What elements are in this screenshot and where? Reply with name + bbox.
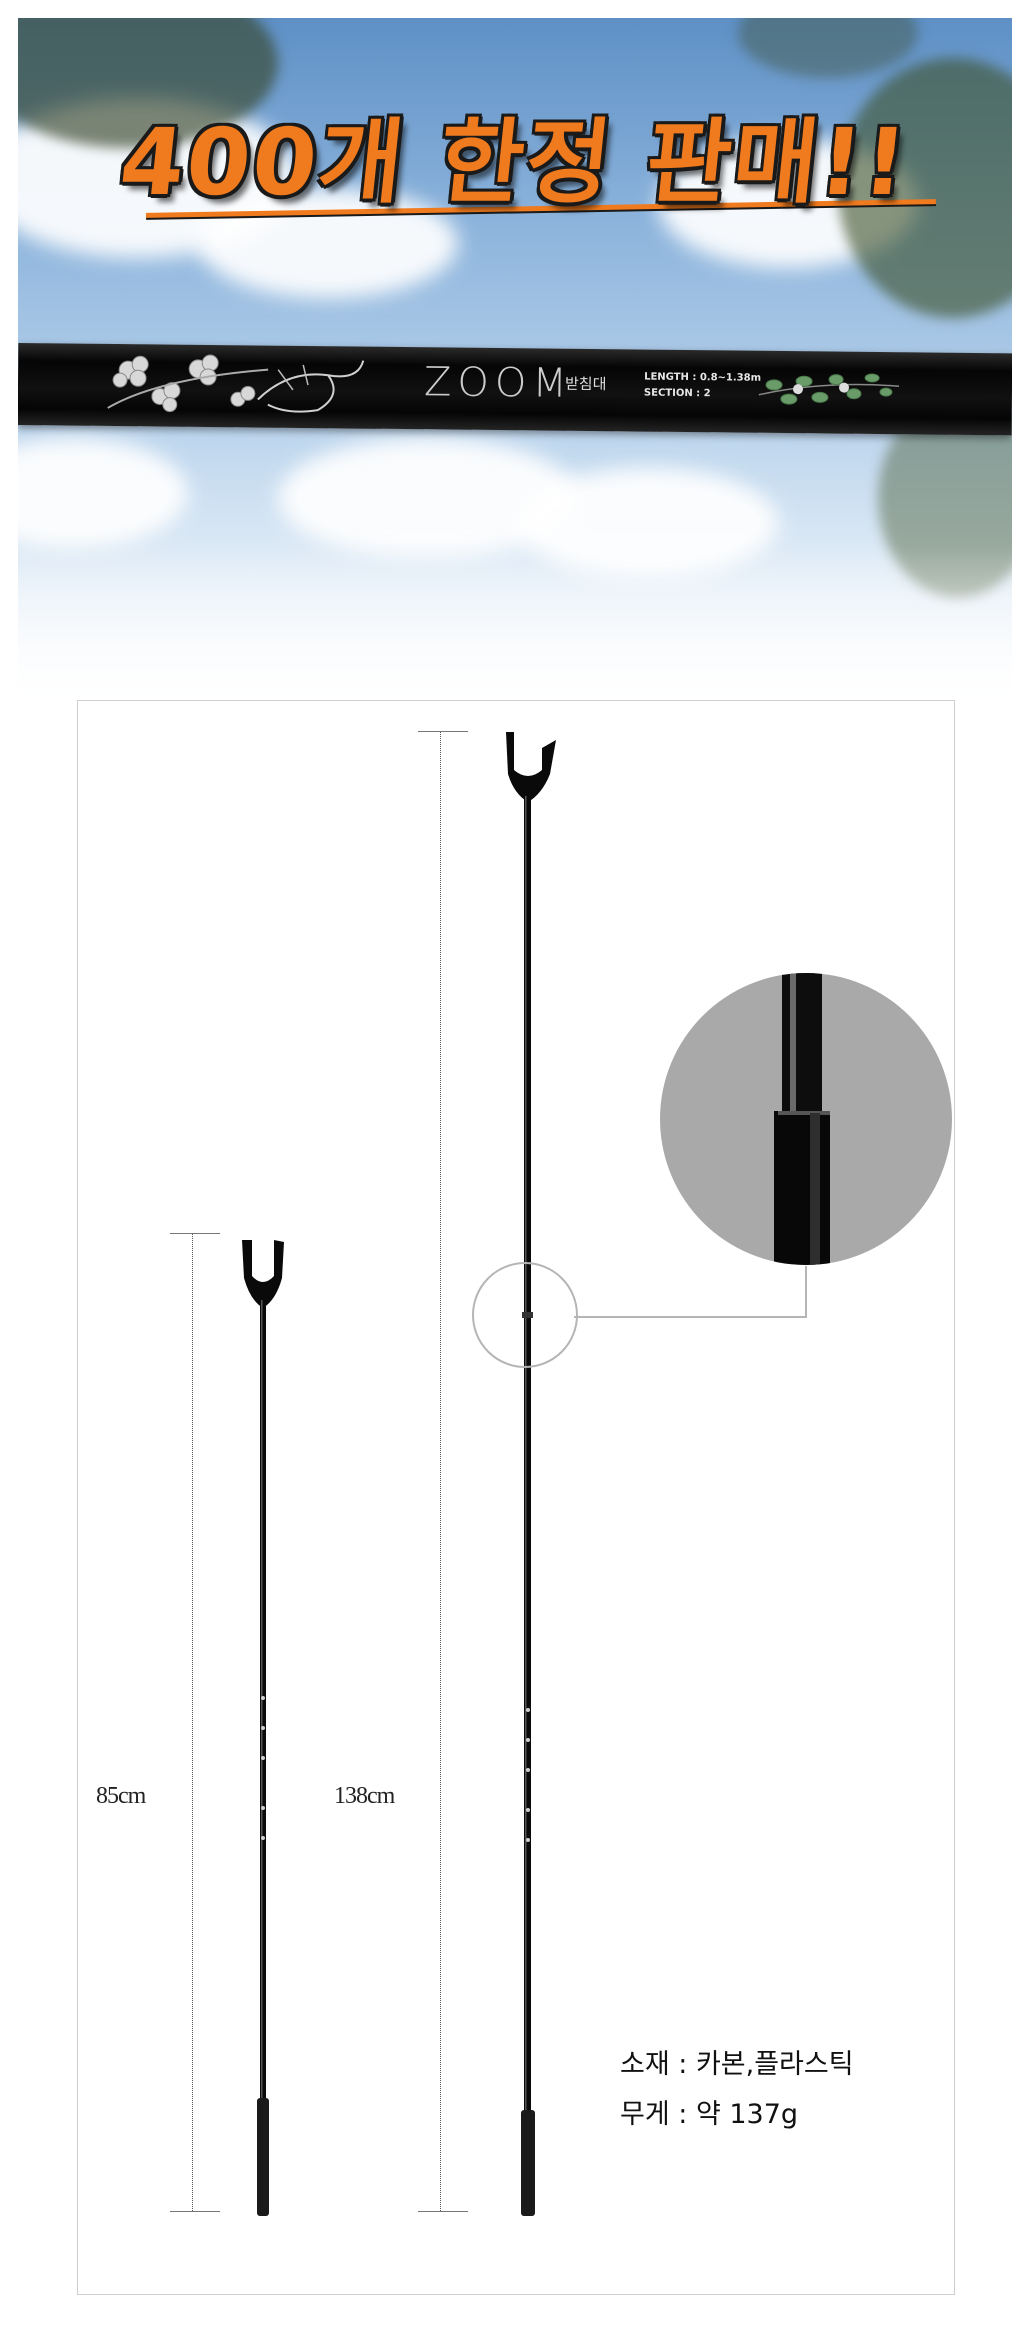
spec-weight: 무게 : 약 137g xyxy=(620,2099,799,2130)
dimension-tick xyxy=(170,1233,220,1234)
leaf-decoration-icon xyxy=(758,373,900,405)
fish-illustration-icon xyxy=(257,360,365,413)
dimension-label-short: 85cm xyxy=(96,1783,146,1809)
tree-foliage xyxy=(738,18,918,78)
rod-long xyxy=(506,732,556,2216)
banner-brand: ZOOM xyxy=(423,359,574,407)
zoom-marker-circle xyxy=(472,1262,578,1368)
zoom-leader-line xyxy=(574,1316,807,1318)
dimension-tick xyxy=(170,2211,220,2212)
dimension-tick xyxy=(418,731,468,732)
rod-joint-detail xyxy=(774,973,830,1265)
spec-material: 소재 : 카본,플라스틱 xyxy=(620,2049,854,2080)
dimension-label-long: 138cm xyxy=(334,1783,395,1809)
hero-fade xyxy=(18,543,1012,713)
rod-short xyxy=(242,1240,284,2216)
dimension-tick xyxy=(418,2211,468,2212)
headline: 400개 한정 판매!! xyxy=(114,109,914,216)
banner-length: LENGTH : 0.8~1.38m xyxy=(644,371,762,384)
hero-banner: 400개 한정 판매!! ZOOM 받침대 LENGTH : 0.8~1.38m… xyxy=(18,18,1012,713)
dimension-line-short xyxy=(192,1234,193,2211)
banner-subtitle: 받침대 xyxy=(564,374,607,394)
rod-banner: ZOOM 받침대 LENGTH : 0.8~1.38m SECTION : 2 xyxy=(18,343,1012,436)
dimension-line-long xyxy=(440,732,441,2211)
banner-section: SECTION : 2 xyxy=(643,387,711,400)
zoom-leader-line xyxy=(805,1266,807,1318)
spec-list: 소재 : 카본,플라스틱 무게 : 약 137g xyxy=(620,2040,854,2140)
sky-cloud xyxy=(18,438,188,548)
zoom-detail-circle xyxy=(660,973,952,1265)
